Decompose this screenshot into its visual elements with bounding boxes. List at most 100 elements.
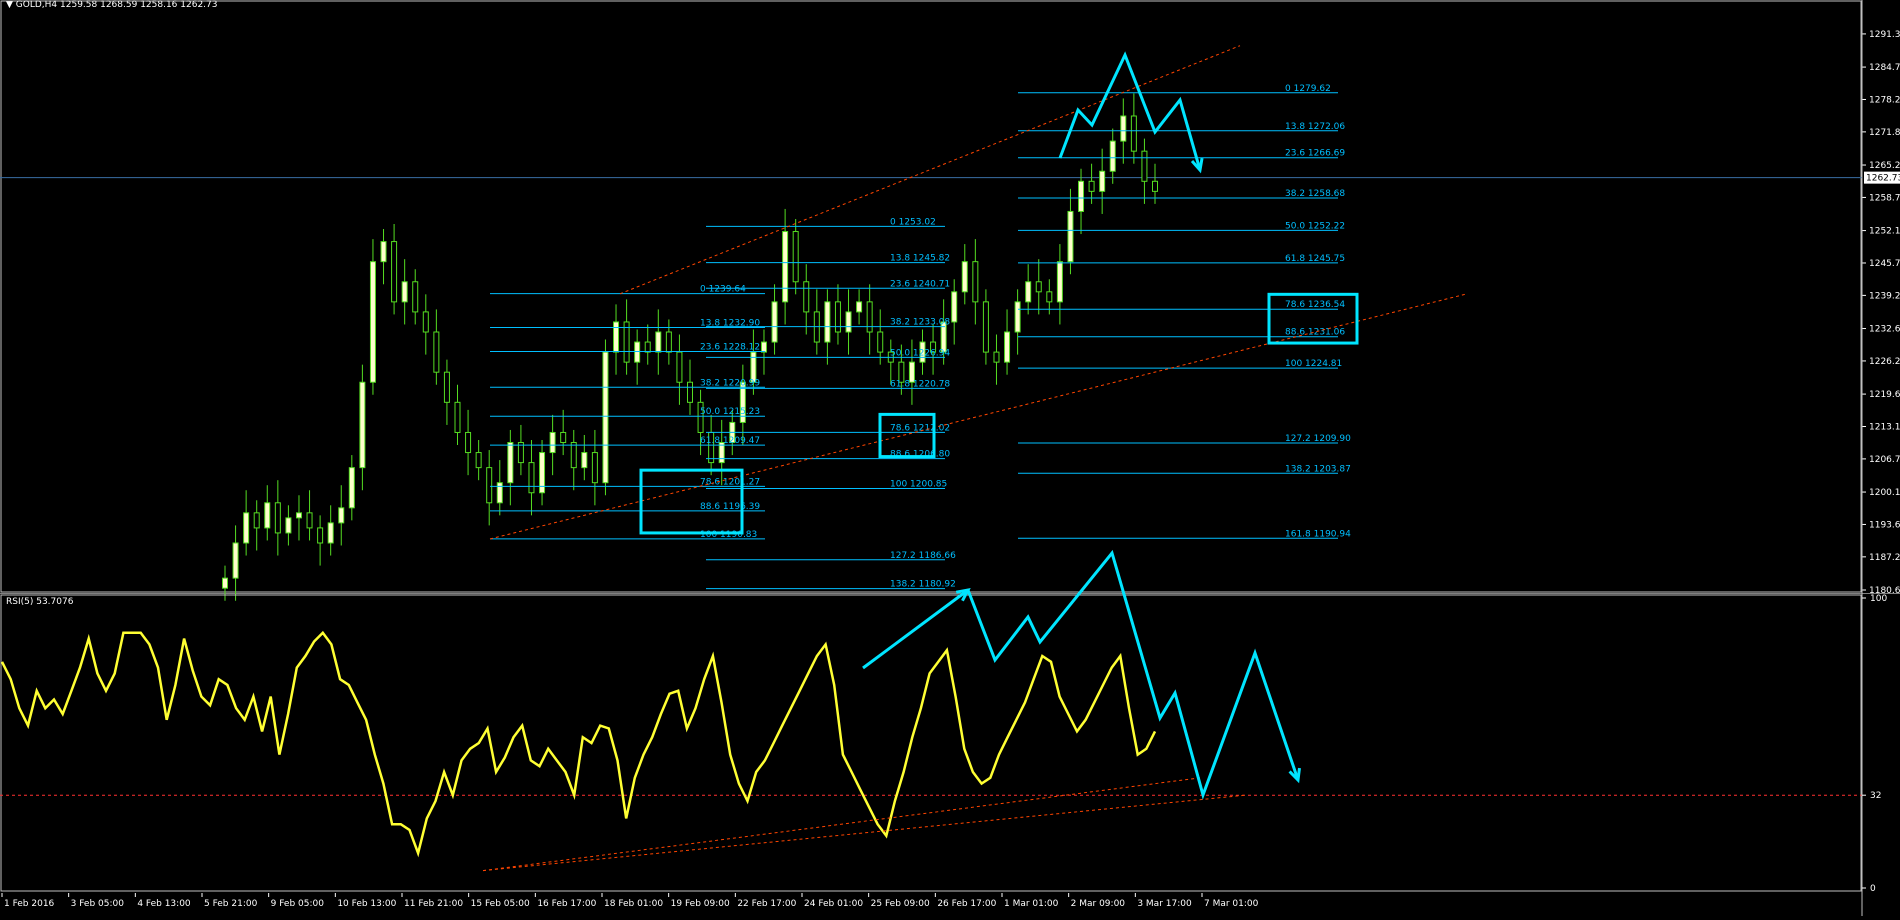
candle-body [433, 331, 440, 373]
candle-body [877, 331, 884, 353]
price-tick-label: 1219.64 [1869, 390, 1900, 400]
fib-level-label: 13.8 1272.06 [1285, 122, 1345, 132]
candle-body [613, 321, 620, 353]
fib-level-label: 38.2 1220.99 [700, 378, 760, 388]
candle-body [560, 431, 567, 444]
candle-body [1120, 115, 1127, 142]
fib-level-label: 0 1253.02 [890, 217, 936, 227]
candle-body [528, 462, 535, 494]
candle-body [634, 341, 641, 363]
fib-level-label: 88.6 1231.06 [1285, 328, 1345, 338]
candle-body [475, 452, 482, 469]
candle-body [443, 371, 450, 403]
candle-body [486, 467, 493, 504]
time-tick-label: 7 Mar 01:00 [1204, 899, 1259, 909]
fib-level-label: 100 1224.81 [1285, 359, 1342, 369]
fib-level-label: 0 1239.64 [700, 285, 746, 295]
time-tick-label: 3 Feb 05:00 [71, 899, 125, 909]
candle-body [1067, 210, 1074, 263]
candle-body [602, 351, 609, 484]
fib-level-label: 161.8 1190.94 [1285, 529, 1351, 539]
time-tick-label: 15 Feb 05:00 [471, 899, 530, 909]
price-tick-label: 1232.69 [1869, 325, 1900, 335]
candle-body [253, 512, 260, 529]
candle-body [581, 452, 588, 469]
candle-body [1046, 291, 1053, 303]
fib-level-label: 127.2 1209.90 [1285, 434, 1351, 444]
time-tick-label: 1 Mar 01:00 [1004, 899, 1059, 909]
candle-body [264, 502, 271, 529]
price-pane: 0 1239.6413.8 1232.9023.6 1228.1238.2 12… [0, 0, 1900, 601]
rsi-projection-arrow [966, 549, 1300, 800]
price-tick-label: 1278.29 [1869, 95, 1900, 105]
time-tick-label: 2 Mar 09:00 [1071, 899, 1126, 909]
rsi-line [0, 630, 1157, 858]
candle-body [972, 261, 979, 303]
price-tick-label: 1213.19 [1869, 422, 1900, 432]
candle-body [1014, 301, 1021, 333]
candle-body [570, 442, 577, 469]
overlays [482, 45, 1466, 872]
dropdown-icon[interactable]: ▼ [6, 0, 13, 10]
candle-body [834, 301, 841, 333]
candle-body [317, 527, 324, 544]
fib-level-label: 23.6 1266.69 [1285, 149, 1345, 159]
price-tick-label: 1284.74 [1869, 63, 1900, 73]
candle-body [1130, 115, 1137, 152]
candle-body [845, 311, 852, 333]
time-tick-label: 25 Feb 09:00 [871, 899, 930, 909]
candle-body [655, 331, 662, 353]
candle-body [1078, 180, 1085, 212]
time-tick-label: 24 Feb 01:00 [804, 899, 863, 909]
fib-level-label: 50.0 1252.22 [1285, 221, 1345, 231]
candle-body [1004, 331, 1011, 363]
fib-level-label: 78.6 1236.54 [1285, 300, 1345, 310]
price-tick-label: 1271.84 [1869, 128, 1900, 138]
chart-window: 0 1239.64 13.8 1232.90 23.6 1228.12 38.2 12… [0, 0, 1900, 916]
candle-body [1025, 281, 1032, 303]
rsi-tick-label: 32 [1870, 791, 1881, 801]
candle-body [222, 577, 228, 589]
candle-body [243, 512, 250, 544]
candle-body [771, 301, 778, 343]
fib-level-label: 100 1190.83 [700, 530, 757, 540]
candle-body [285, 517, 292, 534]
rsi-frame [0, 594, 1862, 892]
fib-level-label: 50.0 1226.94 [890, 348, 950, 358]
time-tick-label: 9 Feb 05:00 [271, 899, 325, 909]
rsi-arrow [862, 588, 969, 670]
time-tick-label: 1 Feb 2016 [4, 899, 55, 909]
candle-body [1088, 180, 1095, 192]
chart-canvas: 0 1239.6413.8 1232.9023.6 1228.1238.2 12… [0, 0, 1900, 916]
fib-level-label: 0 1279.62 [1285, 84, 1331, 94]
candle-body [982, 301, 989, 353]
ohlc-label: 1259.58 1268.59 1258.16 1262.73 [60, 0, 218, 10]
fib-level-label: 88.6 1196.39 [700, 502, 760, 512]
candle-body [549, 431, 556, 454]
candle-body [676, 351, 683, 383]
candle-body [644, 341, 651, 353]
candle-body [338, 507, 345, 524]
fib-level-label: 50.0 1215.23 [700, 407, 760, 417]
candle-body [1056, 261, 1063, 303]
price-tick-label: 1187.24 [1869, 553, 1900, 563]
price-tick-label: 1291.34 [1869, 30, 1900, 40]
fib-level-label: 38.2 1233.08 [890, 318, 950, 328]
candle-body [687, 381, 693, 403]
fib-level-label: 138.2 1203.87 [1285, 464, 1351, 474]
candle-body [1152, 180, 1158, 192]
time-tick-label: 11 Feb 21:00 [404, 899, 463, 909]
candle-body [380, 241, 387, 263]
candle-body [348, 467, 355, 509]
time-tick-label: 4 Feb 13:00 [137, 899, 191, 909]
candle-body [306, 512, 313, 529]
candle-body [1035, 281, 1042, 293]
candle-body [401, 281, 408, 303]
price-tick-label: 1258.79 [1869, 193, 1900, 203]
fib-level-label: 88.6 1206.80 [890, 450, 950, 460]
candle-body [961, 261, 968, 293]
time-tick-label: 3 Mar 17:00 [1137, 899, 1192, 909]
candle-body [412, 281, 419, 313]
time-tick-label: 10 Feb 13:00 [337, 899, 396, 909]
fib-level-label: 23.6 1228.12 [700, 342, 760, 352]
